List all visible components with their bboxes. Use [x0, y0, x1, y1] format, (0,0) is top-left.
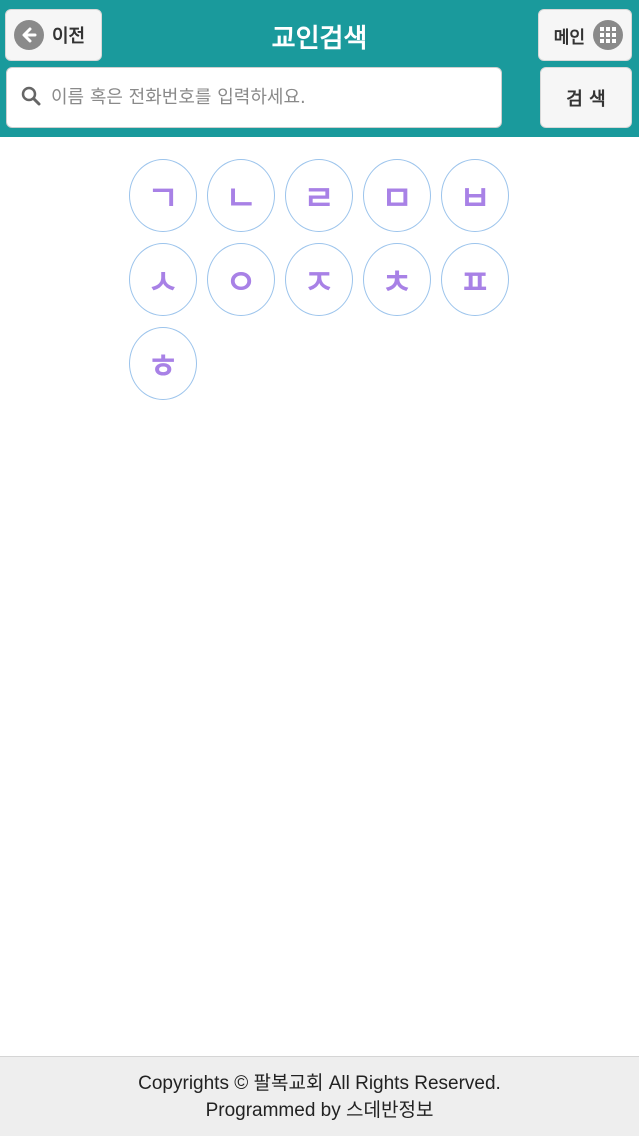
consonant-index: ㄱ ㄴ ㄹ ㅁ ㅂ ㅅ ㅇ ㅈ ㅊ ㅍ ㅎ	[129, 159, 519, 411]
search-field-container	[6, 67, 502, 128]
copyright-text: Copyrights © 팔복교회 All Rights Reserved.	[138, 1072, 501, 1094]
top-header: 이전 교인검색 메인 검 색	[0, 0, 639, 137]
consonant-button[interactable]: ㅈ	[285, 243, 353, 316]
consonant-button[interactable]: ㄴ	[207, 159, 275, 232]
grid-icon	[593, 20, 623, 50]
search-icon	[21, 86, 41, 110]
search-button[interactable]: 검 색	[540, 67, 632, 128]
consonant-button[interactable]: ㅎ	[129, 327, 197, 400]
consonant-button[interactable]: ㅂ	[441, 159, 509, 232]
back-button[interactable]: 이전	[5, 9, 102, 61]
consonant-button[interactable]: ㅍ	[441, 243, 509, 316]
page-title: 교인검색	[271, 24, 368, 54]
back-button-label: 이전	[52, 26, 86, 47]
arrow-left-icon	[14, 20, 44, 50]
footer: Copyrights © 팔복교회 All Rights Reserved. P…	[0, 1056, 639, 1136]
search-input[interactable]	[51, 87, 491, 108]
consonant-button[interactable]: ㄱ	[129, 159, 197, 232]
consonant-button[interactable]: ㅇ	[207, 243, 275, 316]
consonant-button[interactable]: ㅁ	[363, 159, 431, 232]
consonant-button[interactable]: ㅊ	[363, 243, 431, 316]
main-menu-button[interactable]: 메인	[538, 9, 632, 61]
main-menu-button-label: 메인	[553, 27, 585, 48]
consonant-button[interactable]: ㅅ	[129, 243, 197, 316]
programmer-credit: Programmed by 스데반정보	[205, 1099, 434, 1121]
consonant-button[interactable]: ㄹ	[285, 159, 353, 232]
